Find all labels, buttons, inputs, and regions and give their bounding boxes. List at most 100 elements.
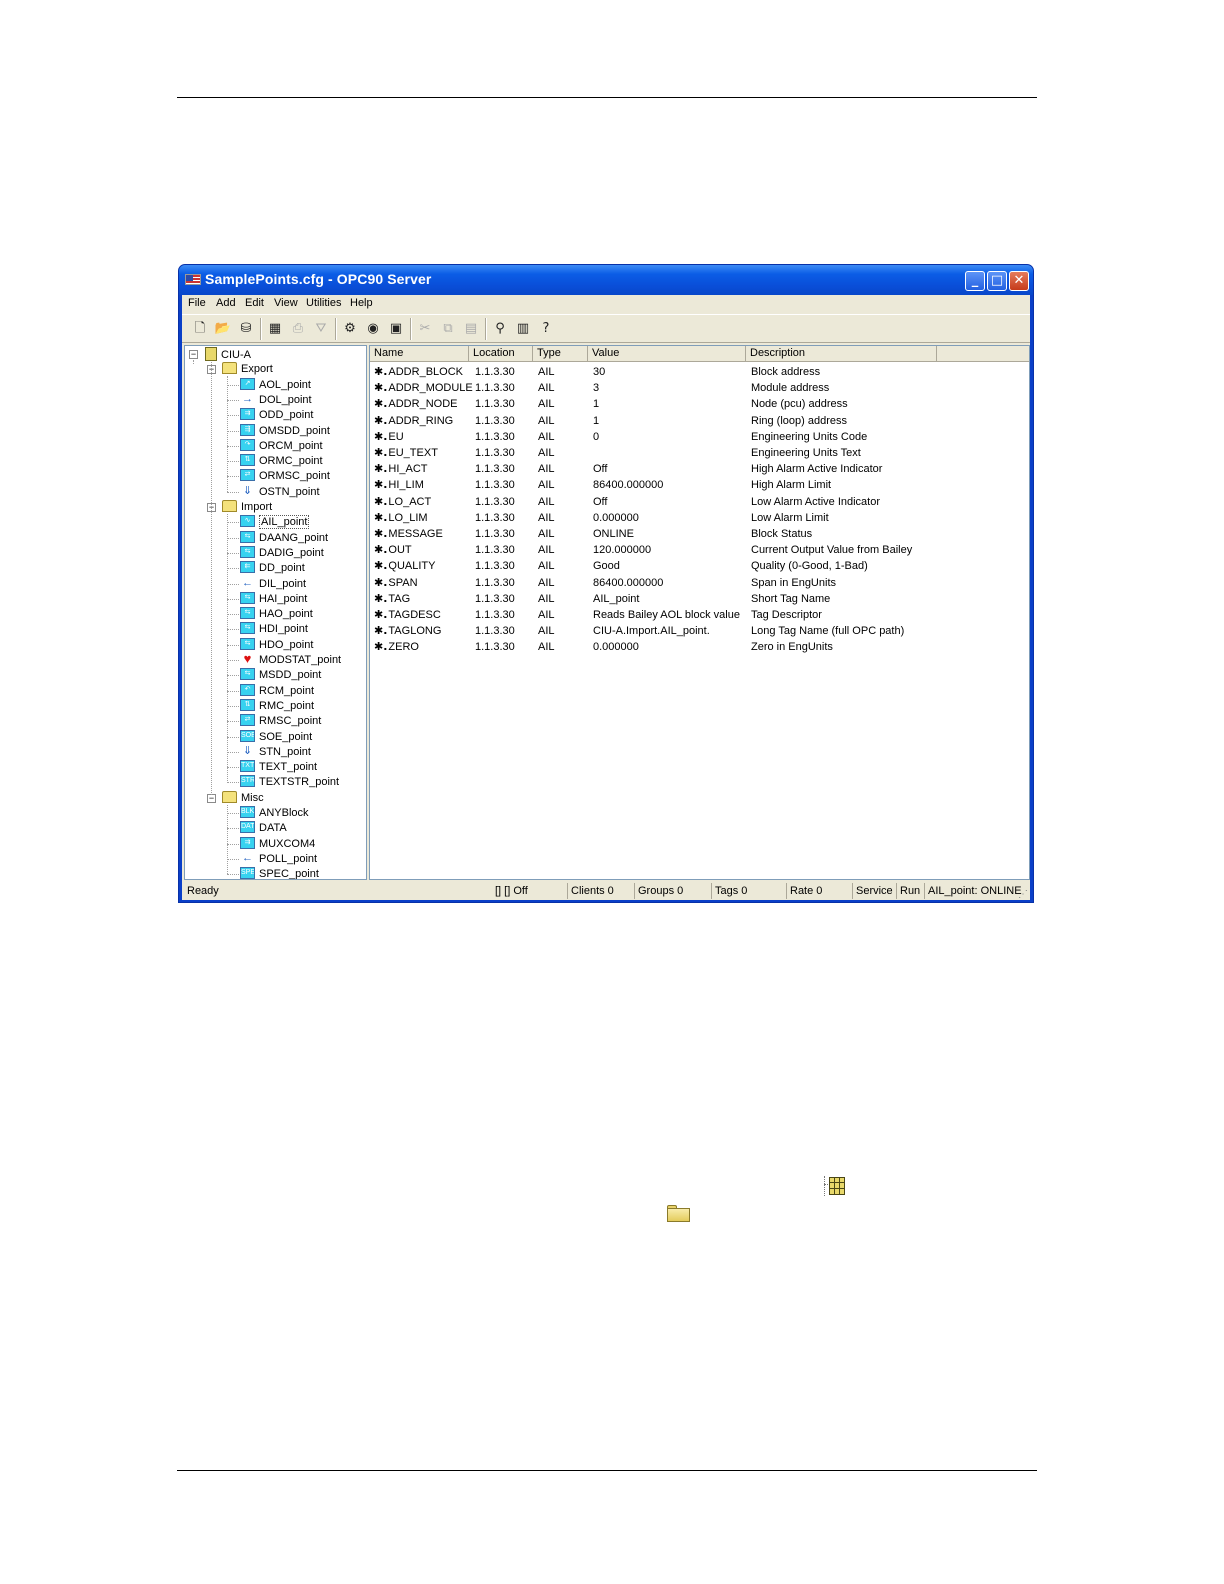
connect-icon[interactable]: ◉ xyxy=(363,319,383,339)
table-row[interactable]: ✱.MESSAGE 1.1.3.30 AIL ONLINE Block Status xyxy=(370,526,1029,542)
tree-item-anyblock[interactable]: BLK ANYBlock xyxy=(240,806,309,821)
tree-connector xyxy=(227,514,228,783)
tree-item-text-point[interactable]: TXT TEXT_point xyxy=(240,760,317,775)
table-row[interactable]: ✱.TAGDESC 1.1.3.30 AIL Reads Bailey AOL blo… xyxy=(370,607,1029,623)
tree-item-orcm-point[interactable]: ↷ ORCM_point xyxy=(240,438,323,454)
table-row[interactable]: ✱.SPAN 1.1.3.30 AIL 86400.000000 Span in Eng… xyxy=(370,575,1029,591)
column-header-description[interactable]: Description xyxy=(746,346,937,362)
tree-item-ail-point[interactable]: ∿ AIL_point xyxy=(240,515,310,530)
column-header-location[interactable]: Location xyxy=(469,346,533,362)
table-row[interactable]: ✱.ADDR_MODULE 1.1.3.30 AIL 3 Module address xyxy=(370,380,1029,396)
collapse-toggle-icon[interactable]: − xyxy=(207,793,216,803)
table-row[interactable]: ✱.QUALITY 1.1.3.30 AIL Good Quality (0-Good,… xyxy=(370,558,1029,574)
table-row[interactable]: ✱.HI_LIM 1.1.3.30 AIL 86400.000000 High Alar… xyxy=(370,477,1029,493)
column-header-name[interactable]: Name xyxy=(370,346,469,362)
property-list[interactable]: Name Location Type Value Description ✱.A… xyxy=(369,345,1030,880)
tree-item-ormsc-point[interactable]: ⇄ ORMSC_point xyxy=(240,469,330,484)
tree-folder-import[interactable]: Import xyxy=(222,500,272,515)
column-header-type[interactable]: Type xyxy=(533,346,588,362)
cell-value: 30 xyxy=(593,366,606,378)
column-header-value[interactable]: Value xyxy=(588,346,746,362)
tree-folder-export[interactable]: Export xyxy=(222,362,273,377)
client-area: File Add Edit View Utilities Help 🗋 📂 ⛁ ▦ ⎙ ⛛… xyxy=(182,295,1030,900)
tree-item-rmsc-point[interactable]: ⇄ RMSC_point xyxy=(240,714,321,729)
minimize-button[interactable]: _ xyxy=(965,271,985,291)
cell-description: Engineering Units Text xyxy=(751,447,861,459)
tree-item-msdd-point[interactable]: ⇆ MSDD_point xyxy=(240,668,321,683)
table-row[interactable]: ✱.ADDR_BLOCK 1.1.3.30 AIL 30 Block address xyxy=(370,364,1029,380)
open-icon[interactable]: 📂 xyxy=(213,319,233,339)
tree-item-muxcom4[interactable]: ⇉ MUXCOM4 xyxy=(240,836,315,852)
tree-item-ostn-point[interactable]: ⇓ OSTN_point xyxy=(240,484,320,500)
tree-item-hdo-point[interactable]: ⇆ HDO_point xyxy=(240,637,313,653)
tree-connector xyxy=(227,598,239,600)
table-row[interactable]: ✱.LO_ACT 1.1.3.30 AIL Off Low Alarm Active I… xyxy=(370,494,1029,510)
table-row[interactable]: ✱.HI_ACT 1.1.3.30 AIL Off High Alarm Active … xyxy=(370,461,1029,477)
copy-icon[interactable]: ⧉ xyxy=(438,319,458,339)
resize-grip-icon[interactable]: ⋰ xyxy=(1018,886,1028,902)
tree-item-dil-point[interactable]: ← DIL_point xyxy=(240,576,306,592)
title-bar[interactable]: SamplePoints.cfg - OPC90 Server _ □ ✕ xyxy=(179,265,1033,295)
tree-item-dadig-point[interactable]: ⇆ DADIG_point xyxy=(240,545,324,561)
network-icon[interactable]: ⚙ xyxy=(340,319,360,339)
tree-item-modstat-point[interactable]: ♥ MODSTAT_point xyxy=(240,653,341,668)
save-icon[interactable]: ▣ xyxy=(386,319,406,339)
table-row[interactable]: ✱.TAG 1.1.3.30 AIL AIL_point Short Tag Name xyxy=(370,591,1029,607)
about-icon[interactable]: ⚲ xyxy=(490,319,510,339)
tree-item-soe-point[interactable]: SOE SOE_point xyxy=(240,729,312,745)
cell-location: 1.1.3.30 xyxy=(475,495,515,508)
menu-view[interactable]: View xyxy=(274,297,298,309)
new-icon[interactable]: 🗋 xyxy=(190,319,210,339)
tree-item-stn-point[interactable]: ⇓ STN_point xyxy=(240,744,311,760)
collapse-toggle-icon[interactable]: − xyxy=(189,350,198,359)
maximize-button[interactable]: □ xyxy=(987,271,1007,291)
print-icon[interactable]: ⎙ xyxy=(288,319,308,339)
column-header-filler xyxy=(937,346,1029,362)
toolbar-separator xyxy=(335,318,337,340)
tree-item-omsdd-point[interactable]: ⇶ OMSDD_point xyxy=(240,423,330,439)
close-button[interactable]: ✕ xyxy=(1009,271,1029,291)
tree-item-dd-point[interactable]: ⇇ DD_point xyxy=(240,561,305,576)
table-row[interactable]: ✱.LO_LIM 1.1.3.30 AIL 0.000000 Low Alarm Lim… xyxy=(370,510,1029,526)
tree-pane[interactable]: − CIU-A − Export ↗ AOL_point → DOL_point ⇉ ODD_po… xyxy=(184,345,367,880)
tree-item-rmc-point[interactable]: ⇅ RMC_point xyxy=(240,698,314,714)
cut-icon[interactable]: ✂ xyxy=(415,319,435,339)
tree-folder-misc[interactable]: Misc xyxy=(222,790,264,806)
table-row[interactable]: ✱.EU_TEXT 1.1.3.30 AIL Engineering Units Te… xyxy=(370,445,1029,461)
help-book-icon[interactable]: ▥ xyxy=(513,319,533,339)
table-row[interactable]: ✱.ADDR_RING 1.1.3.30 AIL 1 Ring (loop) addre… xyxy=(370,413,1029,429)
tree-item-textstr-point[interactable]: STR TEXTSTR_point xyxy=(240,775,339,790)
context-help-icon[interactable]: ? xyxy=(536,319,556,339)
tree-item-data[interactable]: DATA DATA xyxy=(240,821,287,836)
menu-add[interactable]: Add xyxy=(216,297,236,309)
point-type-icon: → xyxy=(240,392,255,405)
menu-help[interactable]: Help xyxy=(350,297,373,309)
tree-item-rcm-point[interactable]: ↶ RCM_point xyxy=(240,683,314,699)
tree-item-hai-point[interactable]: ⇆ HAI_point xyxy=(240,591,307,607)
grid-icon[interactable]: ▦ xyxy=(265,319,285,339)
menu-edit[interactable]: Edit xyxy=(245,297,264,309)
tree-item-ormc-point[interactable]: ⇅ ORMC_point xyxy=(240,454,323,469)
menu-utilities[interactable]: Utilities xyxy=(306,297,341,309)
tree-item-aol-point[interactable]: ↗ AOL_point xyxy=(240,377,311,393)
preview-icon[interactable]: ⛛ xyxy=(311,319,331,339)
database-icon[interactable]: ⛁ xyxy=(236,319,256,339)
tree-item-odd-point[interactable]: ⇉ ODD_point xyxy=(240,408,313,423)
tree-item-hdi-point[interactable]: ⇆ HDI_point xyxy=(240,622,308,637)
tree-item-dol-point[interactable]: → DOL_point xyxy=(240,392,312,408)
tree-item-hao-point[interactable]: ⇆ HAO_point xyxy=(240,607,313,622)
tree-item-spec-point[interactable]: SPEC SPEC_point xyxy=(240,867,319,879)
property-name: TAGLONG xyxy=(388,625,442,638)
table-row[interactable]: ✱.TAGLONG 1.1.3.30 AIL CIU-A.Import.AIL_poi… xyxy=(370,623,1029,639)
menu-file[interactable]: File xyxy=(188,297,206,309)
paste-icon[interactable]: ▤ xyxy=(461,319,481,339)
cell-value: 3 xyxy=(593,382,600,395)
tree-item-poll-point[interactable]: ← POLL_point xyxy=(240,851,317,867)
table-row[interactable]: ✱.EU 1.1.3.30 AIL 0 Engineering Units Code xyxy=(370,429,1029,445)
tree-item-daang-point[interactable]: ⇆ DAANG_point xyxy=(240,530,328,546)
table-row[interactable]: ✱.ZERO 1.1.3.30 AIL 0.000000 Zero in EngUnit… xyxy=(370,639,1029,655)
tree-item-label: TEXT_point xyxy=(259,761,318,774)
table-row[interactable]: ✱.OUT 1.1.3.30 AIL 120.000000 Current Output… xyxy=(370,542,1029,558)
tree-root-ciu-a[interactable]: CIU-A xyxy=(205,347,251,362)
table-row[interactable]: ✱.ADDR_NODE 1.1.3.30 AIL 1 Node (pcu) addres… xyxy=(370,396,1029,412)
